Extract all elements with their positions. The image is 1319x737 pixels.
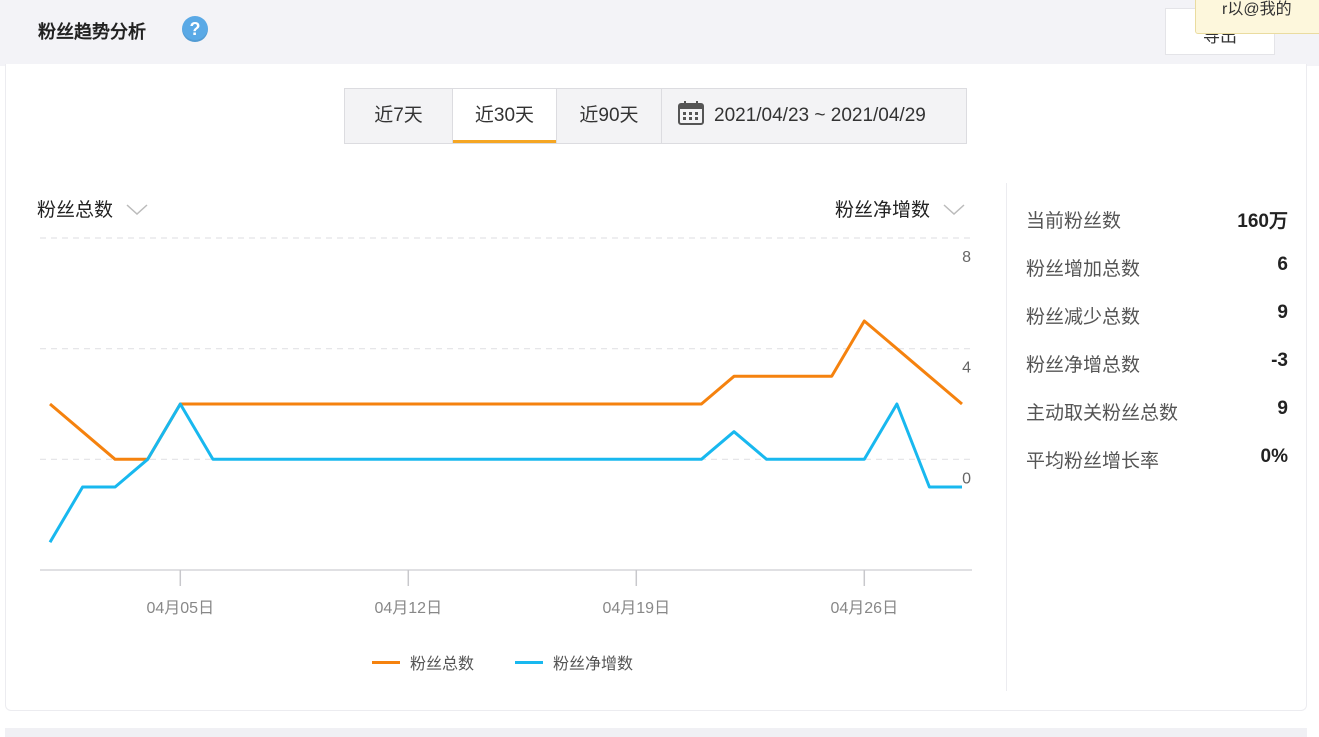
x-tick-label: 04月05日 [146, 600, 214, 617]
series-line-total-fans [49, 319, 963, 461]
stat-label: 当前粉丝数 [1026, 211, 1122, 232]
legend-label-total: 粉丝总数 [410, 656, 475, 673]
legend-swatch-blue [515, 660, 543, 664]
x-tick-label: 04月19日 [602, 600, 670, 617]
y-tick-label: 8 [962, 249, 971, 266]
stat-row: 粉丝减少总数 9 [1026, 302, 1288, 332]
legend-swatch-orange [372, 660, 400, 664]
stat-row: 粉丝增加总数 6 [1026, 254, 1288, 284]
stat-row: 平均粉丝增长率 0% [1026, 446, 1288, 476]
legend-item-net[interactable]: 粉丝净增数 [515, 650, 633, 674]
panel-divider [1006, 183, 1007, 691]
stat-row: 主动取关粉丝总数 9 [1026, 398, 1288, 428]
tooltip-text: r以@我的 [1222, 1, 1292, 18]
stat-row: 粉丝净增总数 -3 [1026, 350, 1288, 380]
legend-label-net: 粉丝净增数 [553, 656, 634, 673]
legend-item-total[interactable]: 粉丝总数 [372, 650, 474, 674]
x-tick-label: 04月26日 [830, 600, 898, 617]
stat-value: 160万 [1237, 211, 1288, 232]
y-tick-label: 4 [962, 360, 971, 377]
next-section-strip [5, 728, 1307, 737]
stat-label: 主动取关粉丝总数 [1026, 403, 1179, 424]
stat-value: 9 [1277, 398, 1288, 419]
stat-value: 9 [1277, 302, 1288, 323]
x-tick-label: 04月12日 [374, 600, 442, 617]
stat-label: 粉丝净增总数 [1026, 355, 1141, 376]
stat-label: 平均粉丝增长率 [1026, 451, 1160, 472]
stat-label: 粉丝减少总数 [1026, 307, 1141, 328]
stat-value: 6 [1277, 254, 1288, 275]
stat-value: 0% [1260, 446, 1288, 467]
stat-value: -3 [1271, 350, 1288, 371]
series-line-net-fans [48, 402, 962, 544]
fans-trend-chart: 8 4 0 04月05日 04月12日 04月19日 04月26日 [40, 237, 972, 617]
stat-label: 粉丝增加总数 [1026, 259, 1141, 280]
y-tick-label: 0 [962, 470, 971, 487]
notification-tooltip: r以@我的 [1195, 0, 1319, 34]
stat-row: 当前粉丝数 160万 [1026, 206, 1288, 236]
